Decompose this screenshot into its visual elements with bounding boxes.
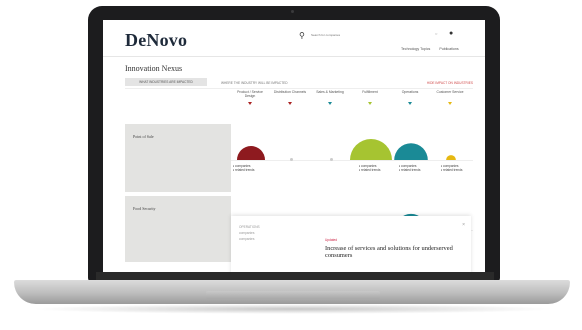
impact-bubble[interactable] xyxy=(350,139,392,160)
detail-label: Updated xyxy=(325,238,338,242)
close-icon[interactable]: × xyxy=(462,222,465,228)
search-icon[interactable]: ⚲ xyxy=(299,31,305,40)
trends-count: related trends xyxy=(443,168,463,172)
notifications-icon[interactable]: ○ xyxy=(435,31,437,36)
trends-count: related trends xyxy=(235,168,255,172)
sort-arrow-icon[interactable] xyxy=(328,102,332,105)
column-header-sales[interactable]: Sales & Marketing xyxy=(313,90,347,94)
empty-impact-dot xyxy=(290,158,293,161)
trends-count: related trends xyxy=(401,168,421,172)
page-title: Innovation Nexus xyxy=(125,64,183,73)
sort-arrow-icon[interactable] xyxy=(408,102,412,105)
row-baseline xyxy=(231,160,473,161)
detail-line: companies xyxy=(239,237,255,241)
impact-subtitle: WHERE THE INDUSTRY WILL BE IMPACTED xyxy=(221,81,288,85)
top-nav: Technology Topics Publications xyxy=(393,47,459,51)
nav-technology-topics[interactable]: Technology Topics xyxy=(401,47,430,51)
filter-bar: WHAT INDUSTRIES ARE IMPACTED WHERE THE I… xyxy=(125,76,473,89)
impact-bubble[interactable] xyxy=(394,143,428,160)
user-icon[interactable]: ● xyxy=(449,30,453,37)
sort-arrow-icon[interactable] xyxy=(448,102,452,105)
laptop-shadow xyxy=(30,304,556,314)
stat-customer-service: ▪ companies ▪ related trends xyxy=(441,164,463,172)
top-bar: DeNovo ⚲ ○ ● Technology Topics Publicati… xyxy=(103,20,485,57)
stat-product: ▪ companies ▪ related trends xyxy=(233,164,255,172)
industries-filter-button[interactable]: WHAT INDUSTRIES ARE IMPACTED xyxy=(125,78,207,86)
row-panel-food-security[interactable]: Food Security xyxy=(125,196,231,262)
stat-operations: ▪ companies ▪ related trends xyxy=(399,164,421,172)
column-header-operations[interactable]: Operations xyxy=(393,90,427,94)
search-input[interactable] xyxy=(311,32,421,38)
impact-bubble[interactable] xyxy=(237,146,265,160)
nav-publications[interactable]: Publications xyxy=(439,47,458,51)
row-label: Point of Sale xyxy=(133,134,154,139)
stat-fulfillment: ▪ companies ▪ related trends xyxy=(359,164,381,172)
laptop-trackpad-notch xyxy=(206,291,380,299)
sort-arrow-icon[interactable] xyxy=(288,102,292,105)
detail-headline[interactable]: Increase of services and solutions for u… xyxy=(325,245,465,259)
sort-arrow-icon[interactable] xyxy=(248,102,252,105)
hide-impact-link[interactable]: HIDE IMPACT ON INDUSTRIES xyxy=(427,81,473,85)
laptop-lid: DeNovo ⚲ ○ ● Technology Topics Publicati… xyxy=(88,6,500,282)
webcam-icon xyxy=(291,10,294,13)
sort-arrow-icon[interactable] xyxy=(368,102,372,105)
column-header-customer-service[interactable]: Customer Service xyxy=(433,90,467,94)
app-logo[interactable]: DeNovo xyxy=(125,30,187,51)
laptop-screen: DeNovo ⚲ ○ ● Technology Topics Publicati… xyxy=(103,20,485,276)
empty-impact-dot xyxy=(330,158,333,161)
detail-popover[interactable]: OPERATIONS companies companies Updated I… xyxy=(231,216,471,276)
row-label: Food Security xyxy=(133,206,156,211)
detail-summary: OPERATIONS companies companies xyxy=(239,224,309,242)
column-header-product[interactable]: Product / Service Design xyxy=(233,90,267,98)
trends-count: related trends xyxy=(361,168,381,172)
column-header-distribution[interactable]: Distribution Channels xyxy=(273,90,307,94)
column-header-fulfillment[interactable]: Fulfillment xyxy=(353,90,387,94)
page: DeNovo ⚲ ○ ● Technology Topics Publicati… xyxy=(0,0,582,330)
row-panel-point-of-sale[interactable]: Point of Sale xyxy=(125,124,231,192)
